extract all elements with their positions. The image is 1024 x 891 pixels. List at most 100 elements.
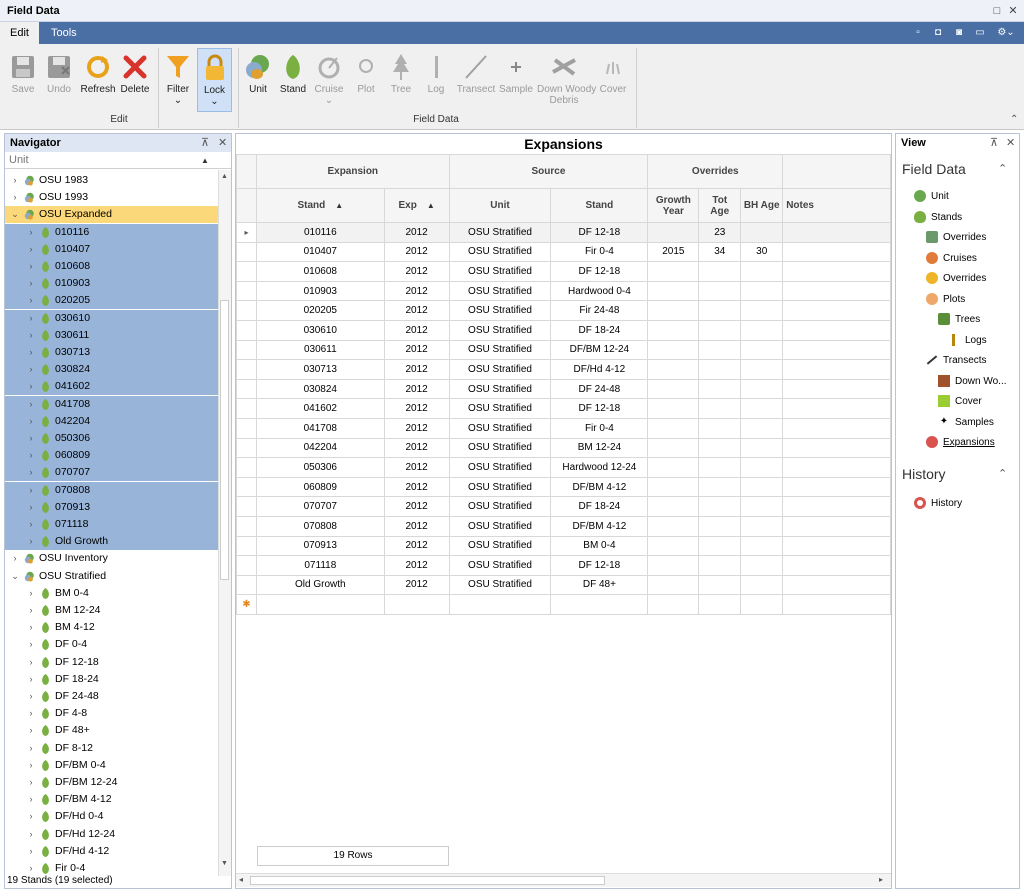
cell-stand[interactable]: 010407 xyxy=(255,241,385,263)
cell-growth-year[interactable] xyxy=(647,496,700,517)
cell-unit[interactable]: OSU Stratified xyxy=(448,476,552,498)
column-header-stand[interactable]: Stand ▲ xyxy=(255,188,385,223)
cell-growth-year[interactable] xyxy=(647,261,700,282)
cell-bh-age[interactable] xyxy=(740,398,784,419)
new-row-cell[interactable] xyxy=(550,594,649,615)
row-indicator[interactable] xyxy=(236,515,257,537)
tree-stand-item[interactable]: › DF 8-12 xyxy=(5,740,218,757)
cell-tot-age[interactable] xyxy=(698,378,742,400)
cell-source-stand[interactable]: DF/BM 4-12 xyxy=(550,476,649,498)
cell-exp[interactable]: 2012 xyxy=(383,555,450,576)
unit-column-header[interactable]: Unit ▲ xyxy=(5,152,231,169)
cell-growth-year[interactable] xyxy=(647,222,700,243)
column-header-bh-age[interactable]: BH Age xyxy=(740,188,784,223)
row-indicator[interactable] xyxy=(236,280,257,302)
table-row[interactable]: 070707 2012 OSU Stratified DF 18-24 xyxy=(236,496,891,517)
close-icon[interactable]: ✕ xyxy=(1006,134,1015,152)
cell-growth-year[interactable] xyxy=(647,555,700,576)
table-row[interactable]: 060809 2012 OSU Stratified DF/BM 4-12 xyxy=(236,476,891,498)
cell-unit[interactable]: OSU Stratified xyxy=(448,437,552,459)
cell-growth-year[interactable] xyxy=(647,398,700,419)
cell-bh-age[interactable]: 30 xyxy=(740,241,784,263)
cell-stand[interactable]: 010608 xyxy=(255,261,385,282)
row-indicator[interactable] xyxy=(236,555,257,576)
chevron-right-icon[interactable]: › xyxy=(27,241,35,258)
layout-icon[interactable]: ◘ xyxy=(932,27,944,39)
cell-source-stand[interactable]: DF/Hd 4-12 xyxy=(550,359,649,380)
chevron-right-icon[interactable]: › xyxy=(27,671,35,688)
cruise-button[interactable]: Cruise ⌄ xyxy=(312,48,346,112)
chevron-right-icon[interactable]: › xyxy=(11,172,19,189)
cell-bh-age[interactable] xyxy=(740,261,784,282)
cell-stand[interactable]: 030611 xyxy=(255,339,385,361)
tree-unit-item[interactable]: ⌄ OSU Stratified xyxy=(5,568,218,585)
table-row[interactable]: 070913 2012 OSU Stratified BM 0-4 xyxy=(236,535,891,557)
cell-stand[interactable]: Old Growth xyxy=(255,574,385,596)
close-icon[interactable]: ✕ xyxy=(1006,4,1020,18)
chevron-right-icon[interactable]: › xyxy=(27,361,35,378)
cell-stand[interactable]: 070707 xyxy=(255,496,385,517)
tree-stand-item[interactable]: › BM 0-4 xyxy=(5,585,218,602)
chevron-right-icon[interactable]: › xyxy=(27,860,35,876)
cell-tot-age[interactable] xyxy=(698,535,742,557)
chevron-right-icon[interactable]: › xyxy=(27,310,35,327)
row-indicator[interactable] xyxy=(236,398,257,419)
tab-edit[interactable]: Edit xyxy=(0,22,39,44)
table-row[interactable]: 010608 2012 OSU Stratified DF 12-18 xyxy=(236,261,891,282)
cell-unit[interactable]: OSU Stratified xyxy=(448,555,552,576)
cell-source-stand[interactable]: DF 18-24 xyxy=(550,496,649,517)
cell-unit[interactable]: OSU Stratified xyxy=(448,378,552,400)
tree-unit-item[interactable]: › OSU Inventory xyxy=(5,550,218,567)
cell-notes[interactable] xyxy=(782,319,891,341)
tree-stand-item[interactable]: › 042204 xyxy=(5,412,218,430)
tree-stand-item[interactable]: › 070808 xyxy=(5,481,218,499)
view-item-cruises[interactable]: Cruises xyxy=(926,250,977,268)
cell-exp[interactable]: 2012 xyxy=(383,417,450,439)
column-header-tot-age[interactable]: Tot Age xyxy=(698,188,742,223)
transect-button[interactable]: Transect xyxy=(456,48,496,112)
cell-exp[interactable]: 2012 xyxy=(383,280,450,302)
cell-tot-age[interactable] xyxy=(698,417,742,439)
table-row[interactable]: 041602 2012 OSU Stratified DF 12-18 xyxy=(236,398,891,419)
tree-stand-item[interactable]: › 010903 xyxy=(5,275,218,293)
chevron-right-icon[interactable]: › xyxy=(27,826,35,843)
chevron-right-icon[interactable]: › xyxy=(27,636,35,653)
cell-bh-age[interactable] xyxy=(740,535,784,557)
cell-bh-age[interactable] xyxy=(740,359,784,380)
view-item-unit[interactable]: Unit xyxy=(914,188,949,206)
cell-exp[interactable]: 2012 xyxy=(383,437,450,459)
cell-unit[interactable]: OSU Stratified xyxy=(448,222,552,243)
chevron-right-icon[interactable]: › xyxy=(27,275,35,292)
cell-stand[interactable]: 060809 xyxy=(255,476,385,498)
chevron-right-icon[interactable]: › xyxy=(27,722,35,739)
new-row-cell[interactable] xyxy=(383,594,450,615)
cell-tot-age[interactable] xyxy=(698,319,742,341)
row-indicator[interactable] xyxy=(236,339,257,361)
cell-notes[interactable] xyxy=(782,437,891,459)
cell-source-stand[interactable]: Fir 0-4 xyxy=(550,241,649,263)
unit-button[interactable]: Unit xyxy=(242,48,274,112)
cell-unit[interactable]: OSU Stratified xyxy=(448,261,552,282)
cell-source-stand[interactable]: Fir 24-48 xyxy=(550,300,649,321)
cell-growth-year[interactable] xyxy=(647,378,700,400)
chevron-right-icon[interactable]: › xyxy=(27,344,35,361)
chevron-right-icon[interactable]: › xyxy=(11,189,19,206)
tree-stand-item[interactable]: › 030824 xyxy=(5,361,218,379)
table-row[interactable]: 042204 2012 OSU Stratified BM 12-24 xyxy=(236,437,891,459)
tree-stand-item[interactable]: › 071118 xyxy=(5,516,218,533)
cell-growth-year[interactable] xyxy=(647,417,700,439)
chevron-right-icon[interactable]: › xyxy=(27,602,35,619)
cell-notes[interactable] xyxy=(782,378,891,400)
chevron-right-icon[interactable]: › xyxy=(27,585,35,602)
tree-stand-item[interactable]: › Old Growth xyxy=(5,533,218,551)
chevron-right-icon[interactable]: › xyxy=(27,327,35,344)
cell-exp[interactable]: 2012 xyxy=(383,496,450,517)
chevron-right-icon[interactable]: › xyxy=(27,447,35,464)
chevron-right-icon[interactable]: › xyxy=(27,499,35,516)
sample-button[interactable]: Sample xyxy=(499,48,533,112)
cell-growth-year[interactable] xyxy=(647,457,700,478)
cell-exp[interactable]: 2012 xyxy=(383,339,450,361)
tree-stand-item[interactable]: › 030713 xyxy=(5,344,218,361)
cell-tot-age[interactable] xyxy=(698,261,742,282)
table-row[interactable]: 070808 2012 OSU Stratified DF/BM 4-12 xyxy=(236,515,891,537)
